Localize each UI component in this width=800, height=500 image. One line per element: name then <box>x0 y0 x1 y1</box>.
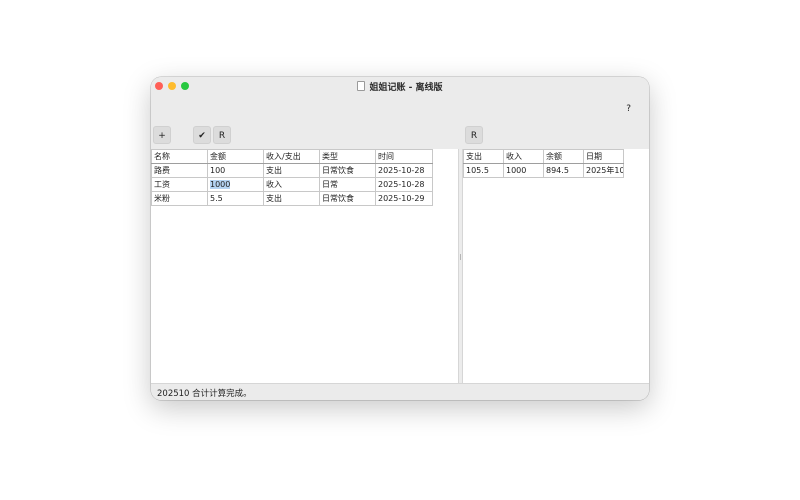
table-cell[interactable]: 2025-10-28 <box>375 177 433 192</box>
table-cell[interactable]: 日常 <box>319 177 376 192</box>
column-header-time[interactable]: 时间 <box>375 149 433 164</box>
add-record-button[interactable]: + <box>153 126 171 144</box>
column-header-category[interactable]: 类型 <box>319 149 376 164</box>
summary-table: 支出 收入 余额 日期 105.5 1000 894.5 2025年10 <box>463 149 624 178</box>
window-title: 姐姐记账 - 离线版 <box>151 80 649 93</box>
selected-cell-text[interactable]: 1000 <box>210 179 231 189</box>
window-title-text: 姐姐记账 - 离线版 <box>369 83 443 93</box>
column-header-amount[interactable]: 金额 <box>207 149 264 164</box>
records-table: 名称 金额 收入/支出 类型 时间 路费 100 支出 日常饮食 2025-10… <box>151 149 433 206</box>
table-cell[interactable]: 支出 <box>263 191 320 206</box>
table-cell[interactable]: 日常饮食 <box>319 191 376 206</box>
table-cell[interactable]: 1000 <box>503 163 544 178</box>
summary-header-row: 支出 收入 余额 日期 <box>463 149 624 164</box>
table-cell[interactable]: 105.5 <box>463 163 504 178</box>
refresh-records-button[interactable]: R <box>213 126 231 144</box>
table-cell[interactable]: 2025-10-28 <box>375 163 433 178</box>
column-header-direction[interactable]: 收入/支出 <box>263 149 320 164</box>
summary-pane: 支出 收入 余额 日期 105.5 1000 894.5 2025年10 <box>463 149 649 383</box>
column-header-date[interactable]: 日期 <box>583 149 624 164</box>
confirm-button[interactable]: ✔ <box>193 126 211 144</box>
status-text: 202510 合计计算完成。 <box>157 389 252 399</box>
table-cell[interactable]: 2025-10-29 <box>375 191 433 206</box>
records-header-row: 名称 金额 收入/支出 类型 时间 <box>151 149 433 164</box>
help-button[interactable]: ? <box>626 104 631 114</box>
table-cell[interactable]: 894.5 <box>543 163 584 178</box>
status-bar: 202510 合计计算完成。 <box>151 383 649 400</box>
records-pane: 名称 金额 收入/支出 类型 时间 路费 100 支出 日常饮食 2025-10… <box>151 149 458 383</box>
table-row[interactable]: 米粉 5.5 支出 日常饮食 2025-10-29 <box>151 191 433 206</box>
table-cell[interactable]: 日常饮食 <box>319 163 376 178</box>
table-cell[interactable]: 米粉 <box>151 191 208 206</box>
title-bar[interactable]: 姐姐记账 - 离线版 <box>151 77 649 95</box>
document-icon <box>357 81 366 91</box>
splitter-grip-icon <box>460 254 461 260</box>
table-cell[interactable]: 100 <box>207 163 264 178</box>
refresh-summary-button[interactable]: R <box>465 126 483 144</box>
table-row[interactable]: 路费 100 支出 日常饮食 2025-10-28 <box>151 163 433 178</box>
table-cell[interactable]: 5.5 <box>207 191 264 206</box>
table-cell-editing[interactable]: 1000 <box>207 177 264 192</box>
column-header-income[interactable]: 收入 <box>503 149 544 164</box>
table-cell[interactable]: 2025年10 <box>583 163 624 178</box>
table-cell[interactable]: 支出 <box>263 163 320 178</box>
column-header-name[interactable]: 名称 <box>151 149 208 164</box>
table-cell[interactable]: 工资 <box>151 177 208 192</box>
table-cell[interactable]: 收入 <box>263 177 320 192</box>
column-header-expense[interactable]: 支出 <box>463 149 504 164</box>
app-window: 姐姐记账 - 离线版 ? + ✔ R R 名称 金额 收入/支出 类型 时间 路 <box>151 77 649 400</box>
table-row[interactable]: 105.5 1000 894.5 2025年10 <box>463 163 624 178</box>
table-cell[interactable]: 路费 <box>151 163 208 178</box>
column-header-balance[interactable]: 余额 <box>543 149 584 164</box>
table-row[interactable]: 工资 1000 收入 日常 2025-10-28 <box>151 177 433 192</box>
